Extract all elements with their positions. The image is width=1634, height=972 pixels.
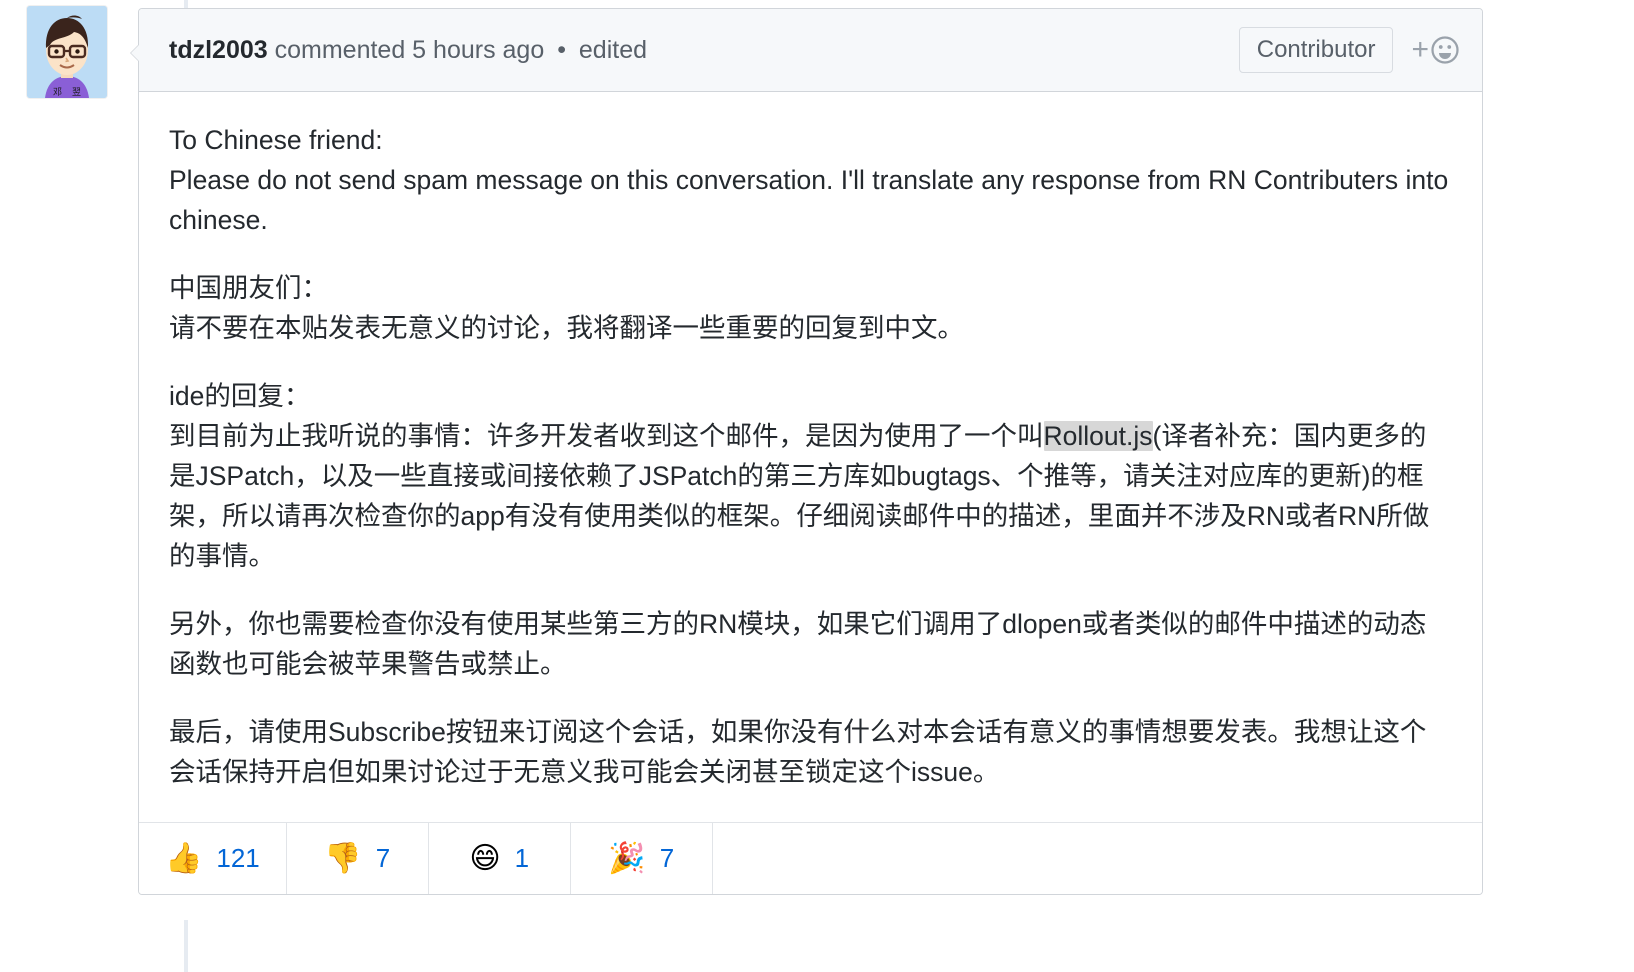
comment-header-actions: Contributor + xyxy=(1238,26,1460,74)
tada-icon: 🎉 xyxy=(608,840,646,876)
github-comment-screenshot: 邓 翌 tdzl2003 commented 5 hours ago • edi… xyxy=(0,0,1634,972)
line-to-chinese-friend: To Chinese friend: xyxy=(169,125,383,155)
add-reaction-button[interactable]: + xyxy=(1411,32,1460,66)
status-badge-contributor: Contributor xyxy=(1238,26,1394,74)
paragraph-subscribe: 最后，请使用Subscribe按钮来订阅这个会话，如果你没有什么对本会话有意义的… xyxy=(169,712,1452,792)
smile-count: 1 xyxy=(514,843,530,873)
comment-author-link[interactable]: tdzl2003 xyxy=(169,36,268,64)
line-ide-reply-text: 到目前为止我听说的事情：许多开发者收到这个邮件，是因为使用了一个叫Rollout… xyxy=(169,421,1430,571)
paragraph-ide-reply: ide的回复： 到目前为止我听说的事情：许多开发者收到这个邮件，是因为使用了一个… xyxy=(169,376,1452,576)
comment-byline: tdzl2003 commented 5 hours ago • edited xyxy=(169,34,647,67)
svg-text:翌: 翌 xyxy=(72,87,81,98)
smile-icon: 😄 xyxy=(469,840,501,876)
tada-count: 7 xyxy=(659,843,675,873)
paragraph-chinese-intro: 中国朋友们： 请不要在本贴发表无意义的讨论，我将翻译一些重要的回复到中文。 xyxy=(169,268,1452,348)
smiley-icon xyxy=(1431,36,1459,64)
thumbs-down-count: 7 xyxy=(375,843,391,873)
reaction-thumbs-down[interactable]: 👎 7 xyxy=(286,823,429,894)
comment-body: To Chinese friend: Please do not send sp… xyxy=(139,92,1482,822)
comment-header: tdzl2003 commented 5 hours ago • edited … xyxy=(139,9,1482,92)
line-subscribe-note: 最后，请使用Subscribe按钮来订阅这个会话，如果你没有什么对本会话有意义的… xyxy=(169,717,1427,787)
line-chinese-friends: 中国朋友们： xyxy=(169,273,328,303)
comment-timestamp[interactable]: commented 5 hours ago xyxy=(275,36,545,64)
line-no-meaningless-discussion: 请不要在本贴发表无意义的讨论，我将翻译一些重要的回复到中文。 xyxy=(169,313,964,343)
paragraph-third-party: 另外，你也需要检查你没有使用某些第三方的RN模块，如果它们调用了dlopen或者… xyxy=(169,604,1452,684)
reactions-bar: 👍 121 👎 7 😄 1 🎉 7 xyxy=(139,822,1482,894)
thumbs-up-count: 121 xyxy=(216,843,260,873)
thumbs-down-icon: 👎 xyxy=(324,840,362,876)
line-third-party-modules: 另外，你也需要检查你没有使用某些第三方的RN模块，如果它们调用了dlopen或者… xyxy=(169,609,1427,679)
plus-icon: + xyxy=(1411,32,1429,66)
comment-box: tdzl2003 commented 5 hours ago • edited … xyxy=(130,8,1483,895)
timeline-rail-bottom xyxy=(184,920,188,972)
comment-edited-label[interactable]: edited xyxy=(579,36,647,64)
reaction-tada[interactable]: 🎉 7 xyxy=(570,823,713,894)
text-selection-highlight: Rollout.js xyxy=(1043,421,1153,451)
reaction-smile[interactable]: 😄 1 xyxy=(428,823,571,894)
reaction-thumbs-up[interactable]: 👍 121 xyxy=(139,823,287,894)
line-no-spam: Please do not send spam message on this … xyxy=(169,165,1449,235)
paragraph-english: To Chinese friend: Please do not send sp… xyxy=(169,120,1452,240)
byline-separator: • xyxy=(557,35,566,64)
line-ide-reply-heading: ide的回复： xyxy=(169,381,311,411)
avatar[interactable]: 邓 翌 xyxy=(27,6,107,98)
avatar-image: 邓 翌 xyxy=(27,6,107,98)
svg-text:邓: 邓 xyxy=(53,87,62,98)
reactions-filler xyxy=(712,823,1482,894)
thumbs-up-icon: 👍 xyxy=(165,840,203,876)
